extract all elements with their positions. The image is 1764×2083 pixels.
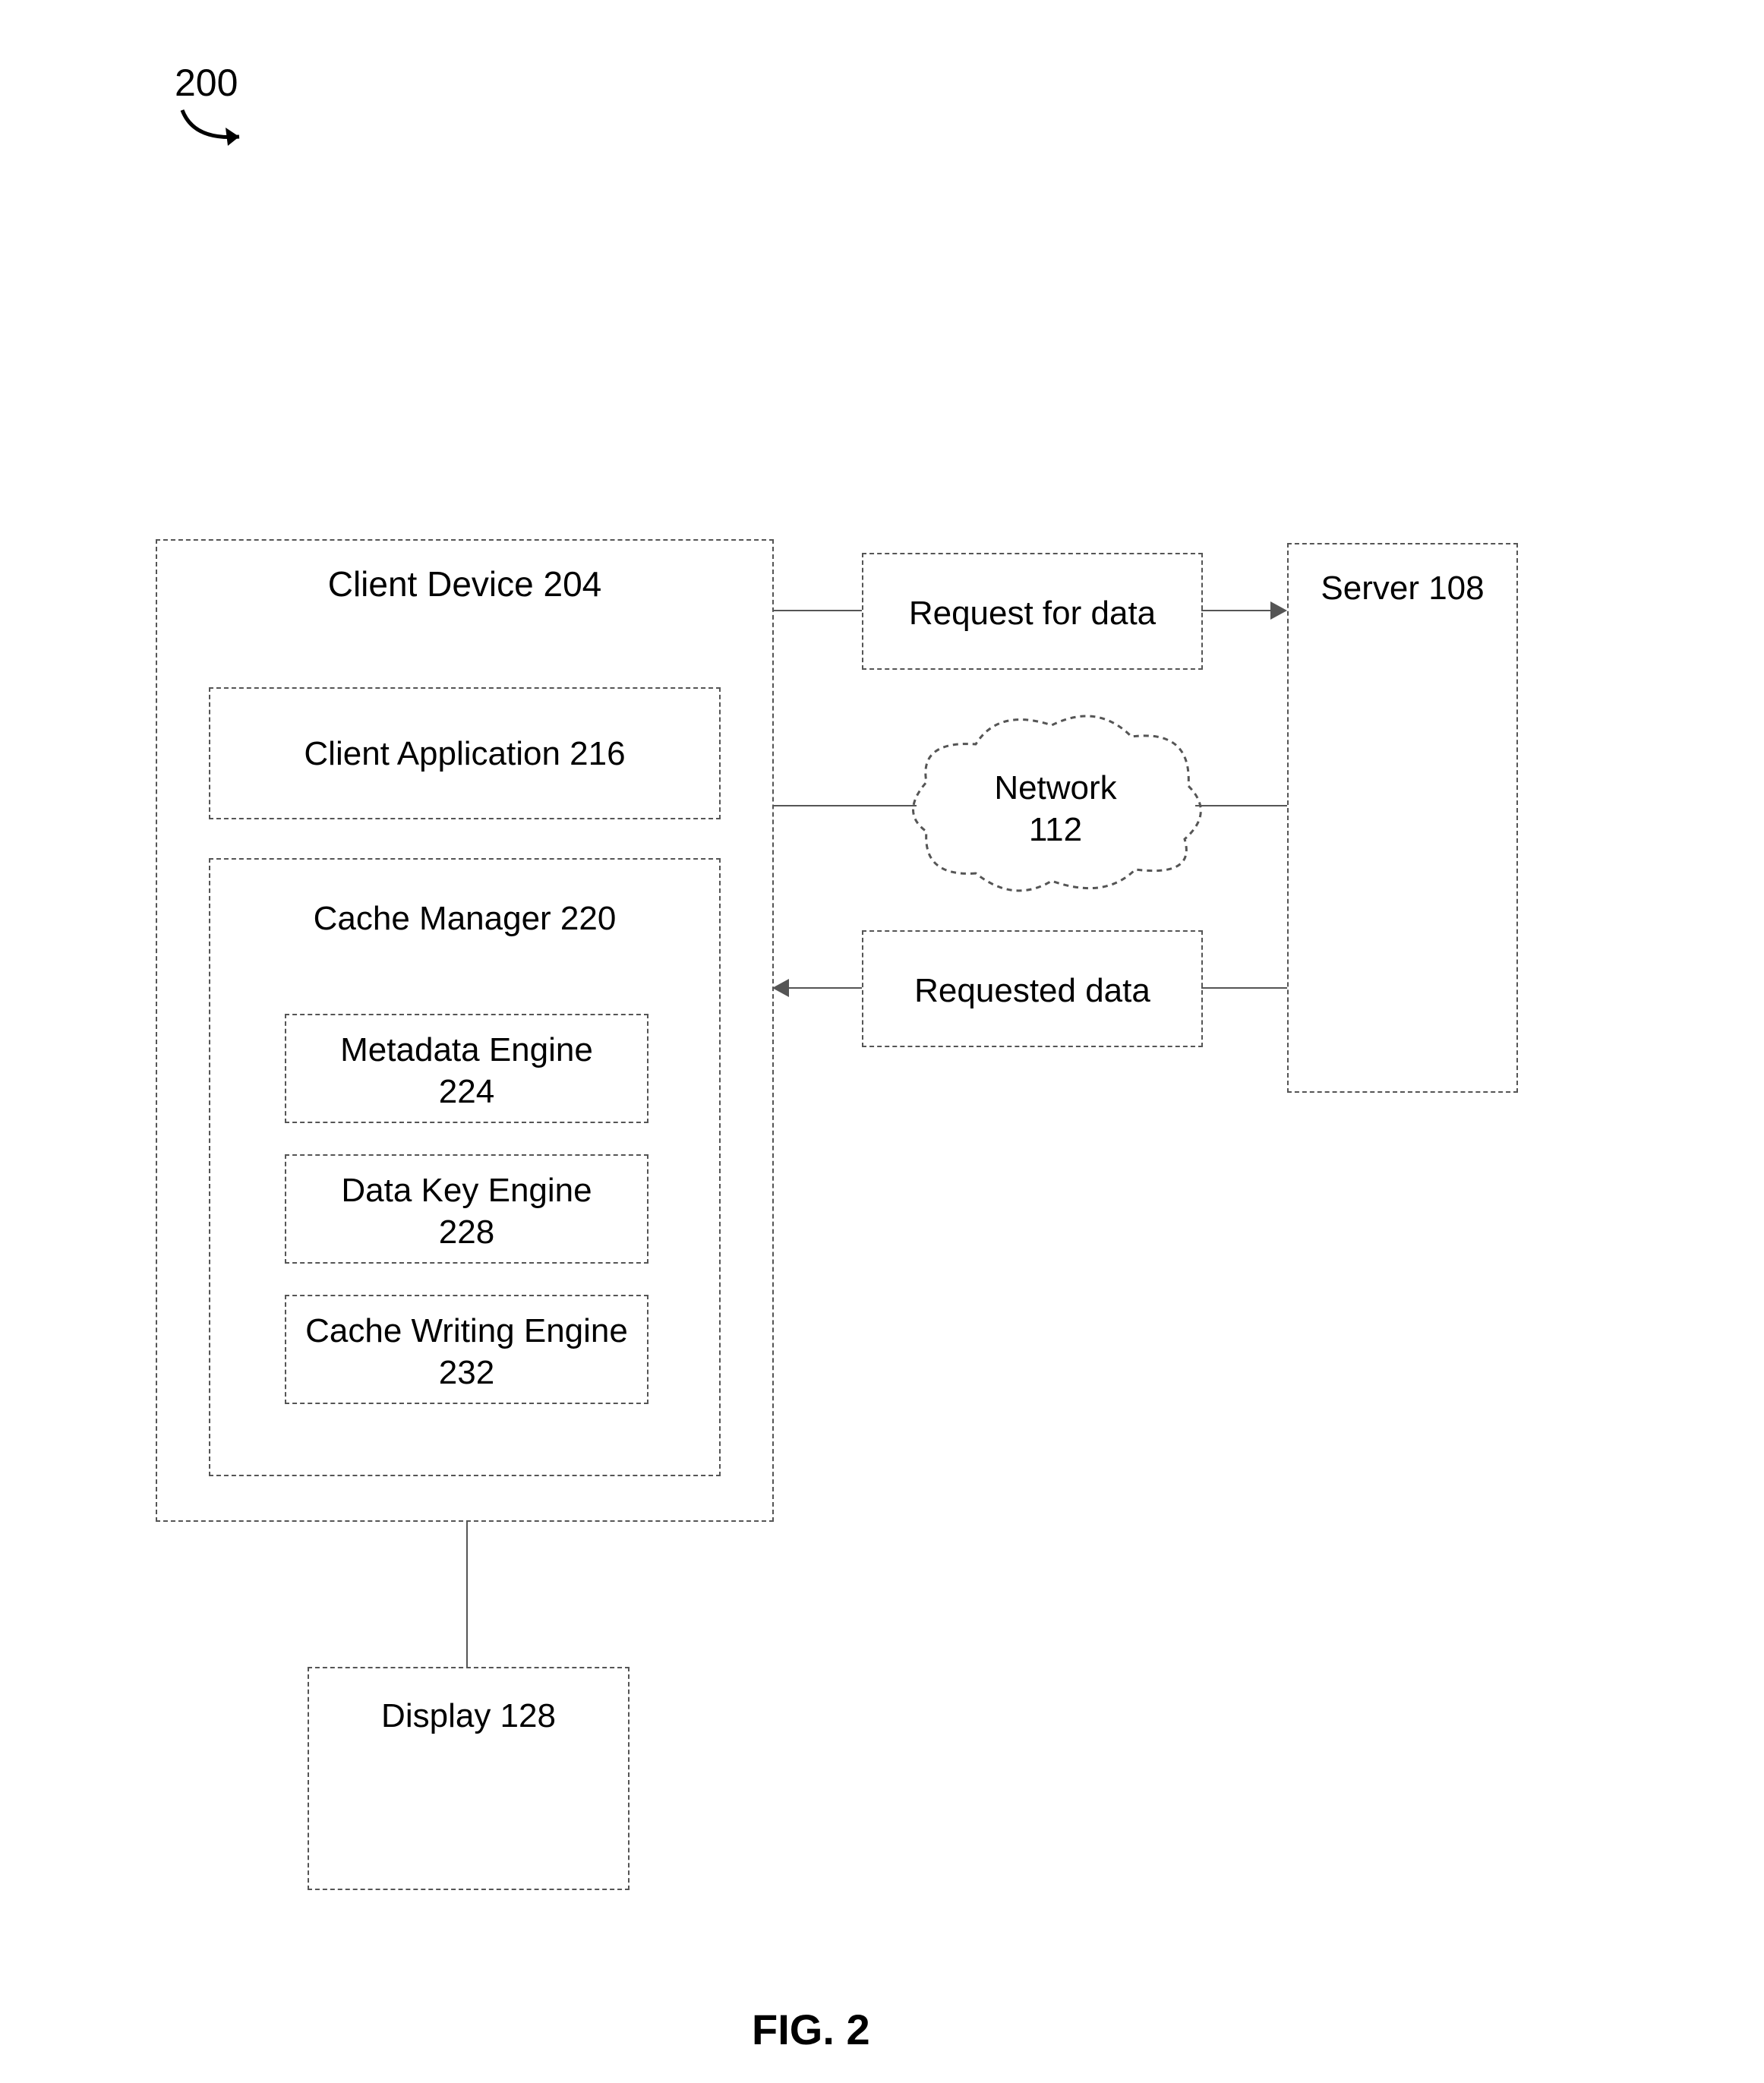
client-application-title: Client Application 216 (210, 733, 719, 775)
metadata-engine-label: Metadata Engine 224 (286, 1029, 647, 1113)
request-for-data-box: Request for data (862, 553, 1203, 670)
connector-line (787, 987, 862, 989)
reference-arrow-icon (171, 103, 262, 156)
cache-writing-engine-label: Cache Writing Engine 232 (286, 1310, 647, 1393)
data-key-engine-box: Data Key Engine 228 (285, 1154, 648, 1264)
network-cloud: Network 112 (892, 699, 1219, 911)
requested-data-label: Requested data (863, 970, 1201, 1012)
arrowhead-left-icon (772, 979, 789, 997)
client-device-title: Client Device 204 (157, 563, 772, 604)
request-for-data-label: Request for data (863, 592, 1201, 634)
display-box: Display 128 (308, 1667, 630, 1890)
client-application-box: Client Application 216 (209, 687, 721, 819)
data-key-engine-label: Data Key Engine 228 (286, 1169, 647, 1253)
connector-line (772, 610, 862, 611)
arrowhead-right-icon (1270, 601, 1287, 620)
connector-line (1201, 610, 1273, 611)
display-label: Display 128 (309, 1695, 628, 1737)
diagram-page: 200 Client Device 204 Client Application… (0, 0, 1764, 2083)
server-label: Server 108 (1289, 567, 1516, 609)
connector-line (466, 1520, 468, 1667)
figure-caption: FIG. 2 (752, 2005, 870, 2054)
network-label: Network 112 (892, 767, 1219, 851)
connector-line (1195, 805, 1287, 806)
metadata-engine-box: Metadata Engine 224 (285, 1014, 648, 1123)
connector-line (1201, 987, 1287, 989)
server-box: Server 108 (1287, 543, 1518, 1093)
cache-manager-title: Cache Manager 220 (210, 898, 719, 939)
cache-writing-engine-box: Cache Writing Engine 232 (285, 1295, 648, 1404)
connector-line (772, 805, 917, 806)
requested-data-box: Requested data (862, 930, 1203, 1047)
reference-number: 200 (175, 61, 238, 105)
